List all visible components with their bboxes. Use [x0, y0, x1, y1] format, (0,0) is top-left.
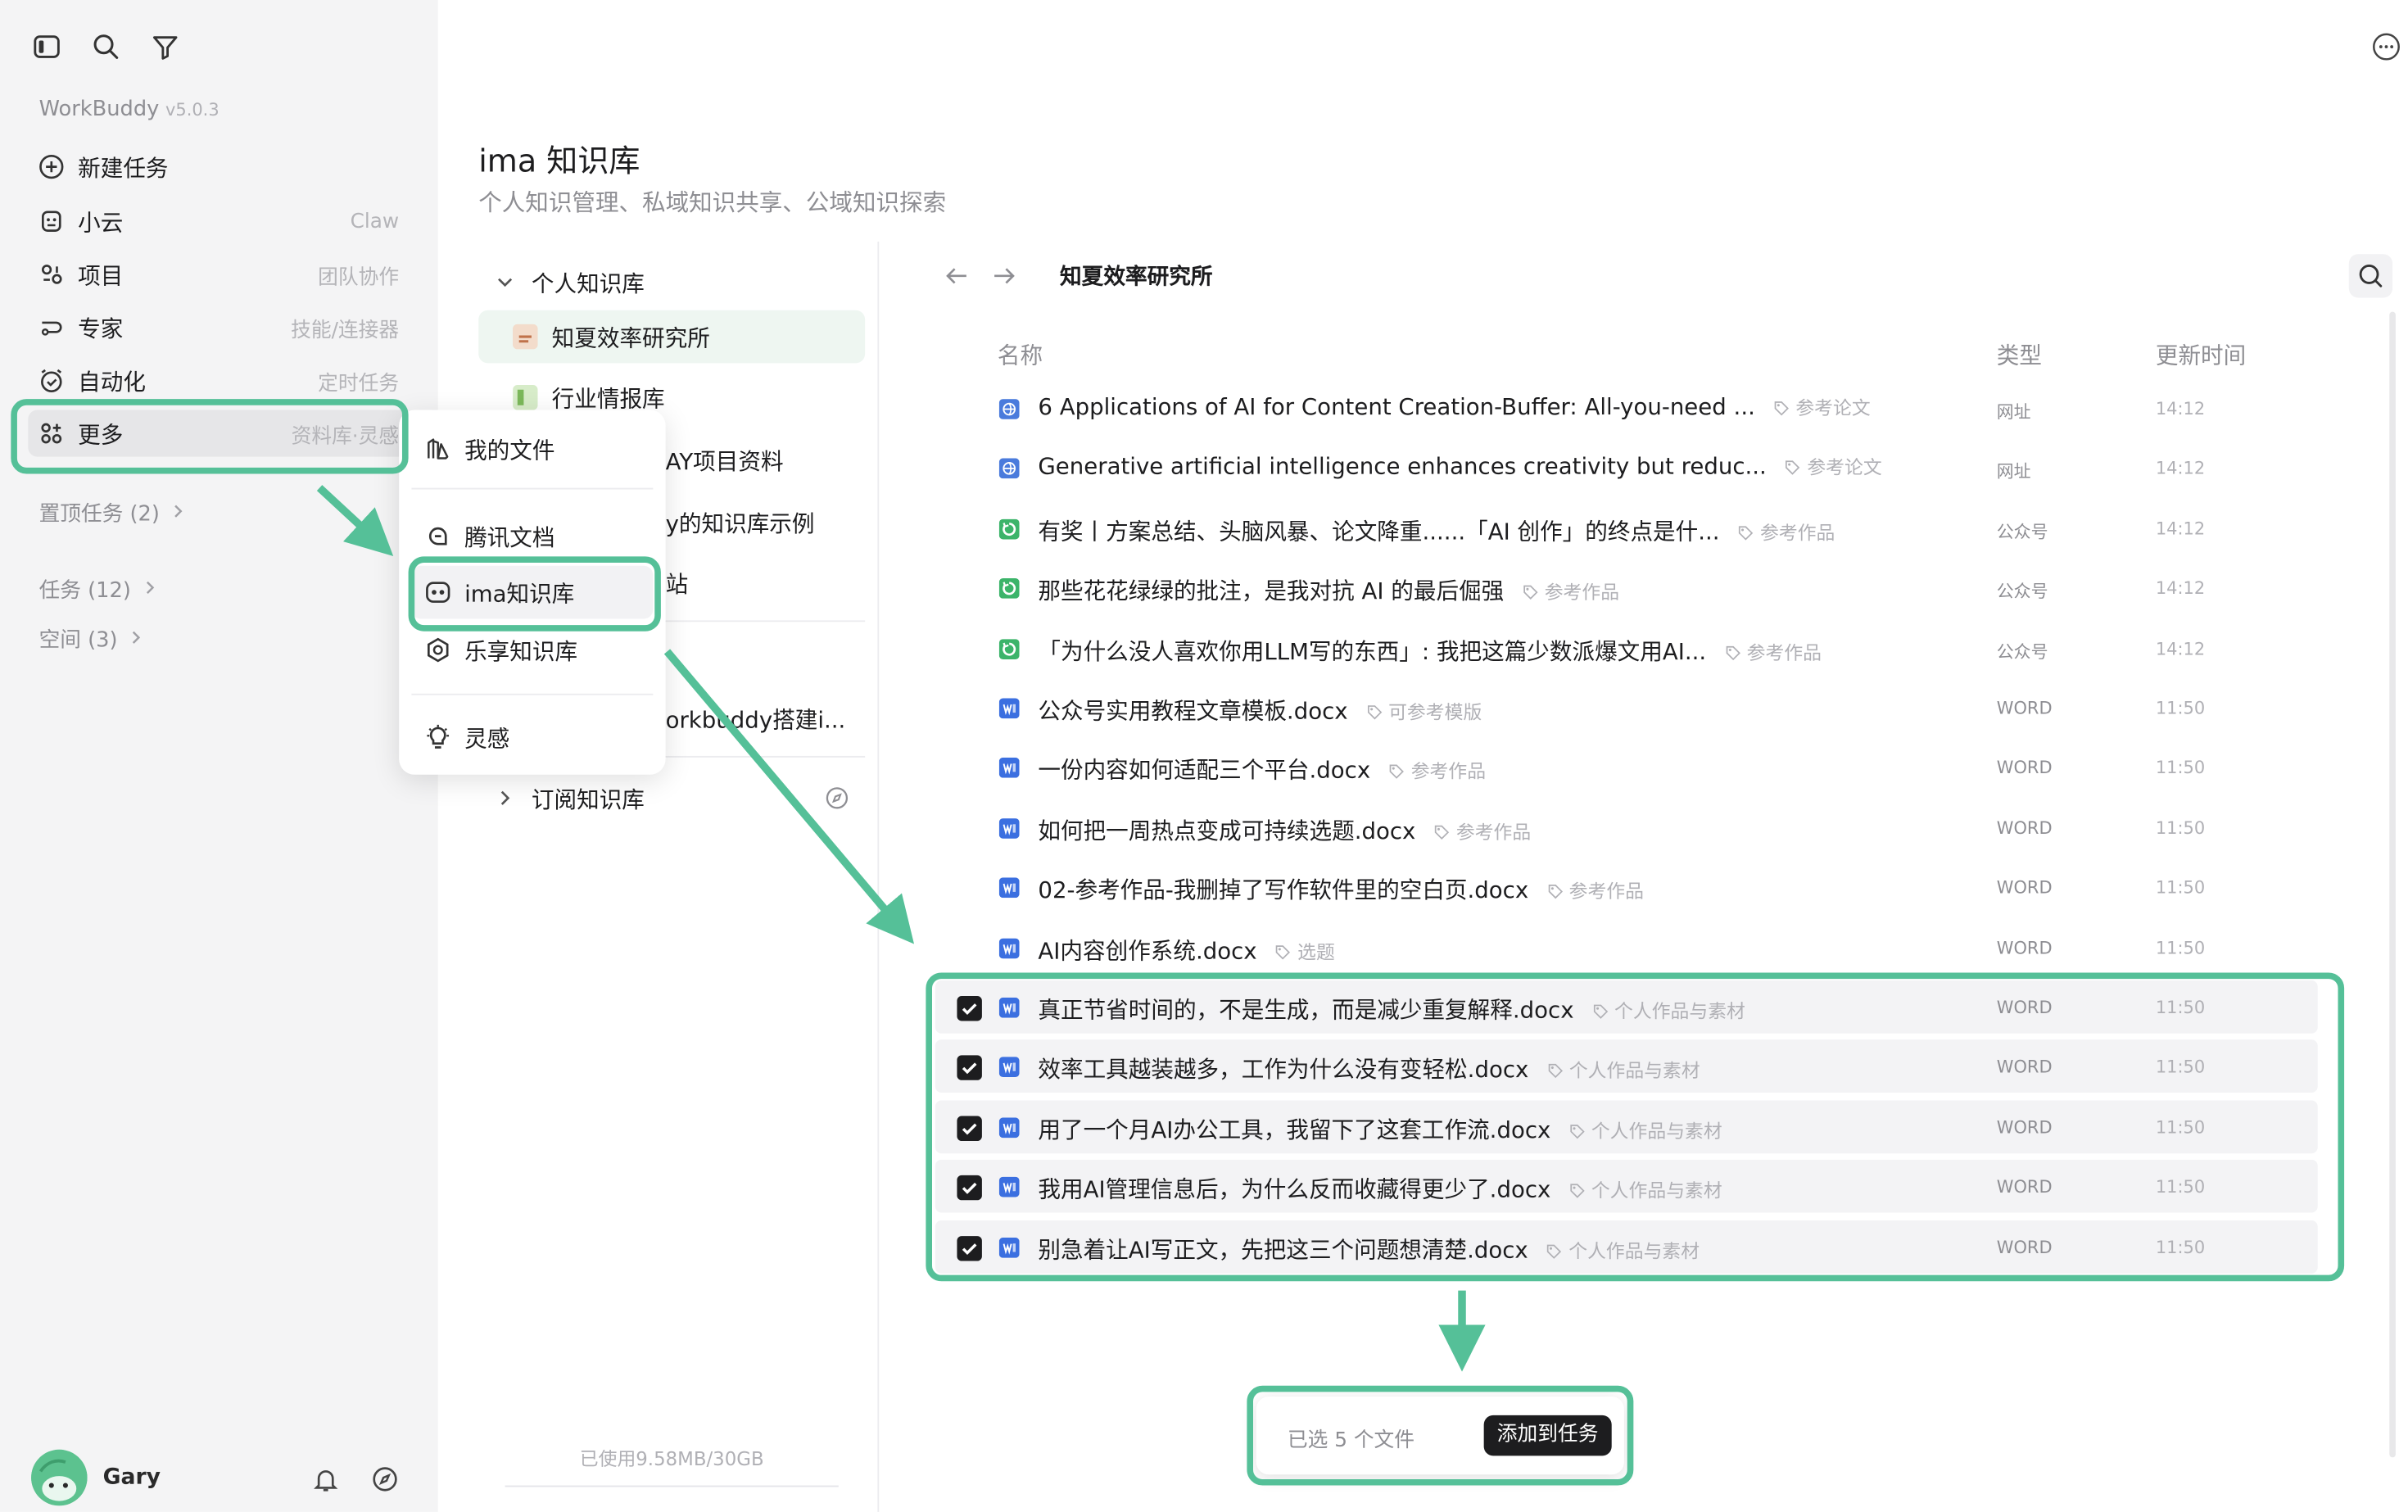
annotation-arrows: [316, 485, 1486, 1372]
arrow-to-ima: [316, 485, 394, 556]
arrow-to-files: [663, 649, 915, 944]
